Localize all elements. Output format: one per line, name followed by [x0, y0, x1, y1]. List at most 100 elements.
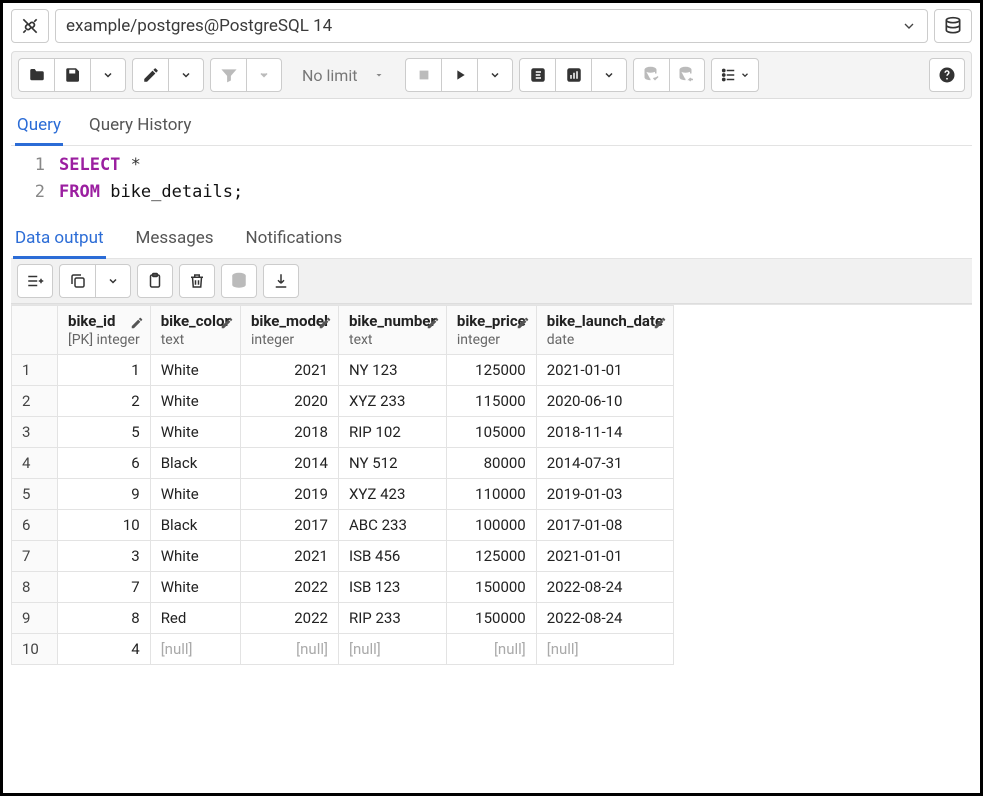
copy-button[interactable] [59, 264, 95, 298]
cell[interactable]: White [150, 572, 240, 603]
cell[interactable]: 150000 [446, 603, 536, 634]
cell[interactable]: White [150, 355, 240, 386]
cell[interactable]: 2019-01-03 [536, 479, 673, 510]
cell[interactable]: 5 [58, 417, 151, 448]
cell[interactable]: 3 [58, 541, 151, 572]
explain-button[interactable] [519, 58, 555, 92]
cell[interactable]: Black [150, 448, 240, 479]
cell[interactable]: 2019 [240, 479, 338, 510]
cell[interactable]: 125000 [446, 541, 536, 572]
cell[interactable]: 2022-08-24 [536, 603, 673, 634]
stop-button[interactable] [405, 58, 441, 92]
edit-button[interactable] [132, 58, 168, 92]
cell[interactable]: 80000 [446, 448, 536, 479]
cell[interactable]: Red [150, 603, 240, 634]
cell[interactable]: 1 [58, 355, 151, 386]
cell[interactable]: 100000 [446, 510, 536, 541]
cell[interactable]: [null] [240, 634, 338, 665]
column-header[interactable]: bike_number text [338, 306, 446, 355]
cell[interactable]: XYZ 423 [338, 479, 446, 510]
cell[interactable]: 2021 [240, 355, 338, 386]
cell[interactable]: 8 [58, 603, 151, 634]
table-row[interactable]: 46Black2014NY 512800002014-07-31 [12, 448, 674, 479]
pencil-icon[interactable] [653, 316, 667, 330]
cell[interactable]: [null] [338, 634, 446, 665]
edit-dropdown[interactable] [168, 58, 204, 92]
save-dropdown[interactable] [90, 58, 126, 92]
table-row[interactable]: 610Black2017ABC 2331000002017-01-08 [12, 510, 674, 541]
cell[interactable]: 2017 [240, 510, 338, 541]
cell[interactable]: [null] [150, 634, 240, 665]
save-data-button[interactable] [221, 264, 257, 298]
cell[interactable]: 9 [58, 479, 151, 510]
cell[interactable]: [null] [446, 634, 536, 665]
commit-button[interactable] [633, 58, 669, 92]
cell[interactable]: 2018 [240, 417, 338, 448]
tab-notifications[interactable]: Notifications [244, 222, 345, 258]
cell[interactable]: NY 123 [338, 355, 446, 386]
delete-button[interactable] [179, 264, 215, 298]
cell[interactable]: 150000 [446, 572, 536, 603]
column-header[interactable]: bike_launch_date date [536, 306, 673, 355]
column-header[interactable]: bike_price integer [446, 306, 536, 355]
macros-button[interactable] [711, 58, 759, 92]
new-connection-button[interactable] [934, 9, 972, 43]
result-grid[interactable]: bike_id [PK] integer bike_color text bik… [11, 304, 972, 665]
connection-status-button[interactable] [11, 9, 49, 43]
table-row[interactable]: 35White2018RIP 1021050002018-11-14 [12, 417, 674, 448]
filter-dropdown[interactable] [246, 58, 282, 92]
cell[interactable]: NY 512 [338, 448, 446, 479]
cell[interactable]: RIP 102 [338, 417, 446, 448]
column-header[interactable]: bike_id [PK] integer [58, 306, 151, 355]
tab-query[interactable]: Query [15, 109, 63, 146]
pencil-icon[interactable] [130, 316, 144, 330]
filter-button[interactable] [210, 58, 246, 92]
cell[interactable]: 2021 [240, 541, 338, 572]
cell[interactable]: ISB 123 [338, 572, 446, 603]
cell[interactable]: ABC 233 [338, 510, 446, 541]
cell[interactable]: [null] [536, 634, 673, 665]
save-file-button[interactable] [54, 58, 90, 92]
limit-select[interactable]: No limit [288, 58, 399, 92]
cell[interactable]: 2021-01-01 [536, 355, 673, 386]
cell[interactable]: 105000 [446, 417, 536, 448]
cell[interactable]: XYZ 233 [338, 386, 446, 417]
cell[interactable]: 2022-08-24 [536, 572, 673, 603]
cell[interactable]: White [150, 386, 240, 417]
tab-data-output[interactable]: Data output [13, 222, 106, 259]
add-row-button[interactable] [17, 264, 53, 298]
connection-select[interactable]: example/postgres@PostgreSQL 14 [55, 9, 928, 43]
cell[interactable]: 2 [58, 386, 151, 417]
pencil-icon[interactable] [318, 316, 332, 330]
cell[interactable]: 7 [58, 572, 151, 603]
cell[interactable]: 115000 [446, 386, 536, 417]
table-row[interactable]: 73White2021ISB 4561250002021-01-01 [12, 541, 674, 572]
copy-dropdown[interactable] [95, 264, 131, 298]
cell[interactable]: 2021-01-01 [536, 541, 673, 572]
download-button[interactable] [263, 264, 299, 298]
table-row[interactable]: 104[null][null][null][null][null] [12, 634, 674, 665]
pencil-icon[interactable] [220, 316, 234, 330]
paste-button[interactable] [137, 264, 173, 298]
rollback-button[interactable] [669, 58, 705, 92]
explain-dropdown[interactable] [591, 58, 627, 92]
tab-messages[interactable]: Messages [134, 222, 216, 258]
cell[interactable]: White [150, 417, 240, 448]
table-row[interactable]: 98Red2022RIP 2331500002022-08-24 [12, 603, 674, 634]
cell[interactable]: 2014 [240, 448, 338, 479]
pencil-icon[interactable] [426, 316, 440, 330]
cell[interactable]: ISB 456 [338, 541, 446, 572]
cell[interactable]: 125000 [446, 355, 536, 386]
cell[interactable]: 4 [58, 634, 151, 665]
cell[interactable]: 110000 [446, 479, 536, 510]
column-header[interactable]: bike_color text [150, 306, 240, 355]
column-header[interactable]: bike_model integer [240, 306, 338, 355]
cell[interactable]: 6 [58, 448, 151, 479]
help-button[interactable] [929, 58, 965, 92]
cell[interactable]: 2014-07-31 [536, 448, 673, 479]
cell[interactable]: 10 [58, 510, 151, 541]
table-row[interactable]: 87White2022ISB 1231500002022-08-24 [12, 572, 674, 603]
cell[interactable]: 2022 [240, 572, 338, 603]
tab-query-history[interactable]: Query History [87, 109, 193, 145]
cell[interactable]: 2018-11-14 [536, 417, 673, 448]
